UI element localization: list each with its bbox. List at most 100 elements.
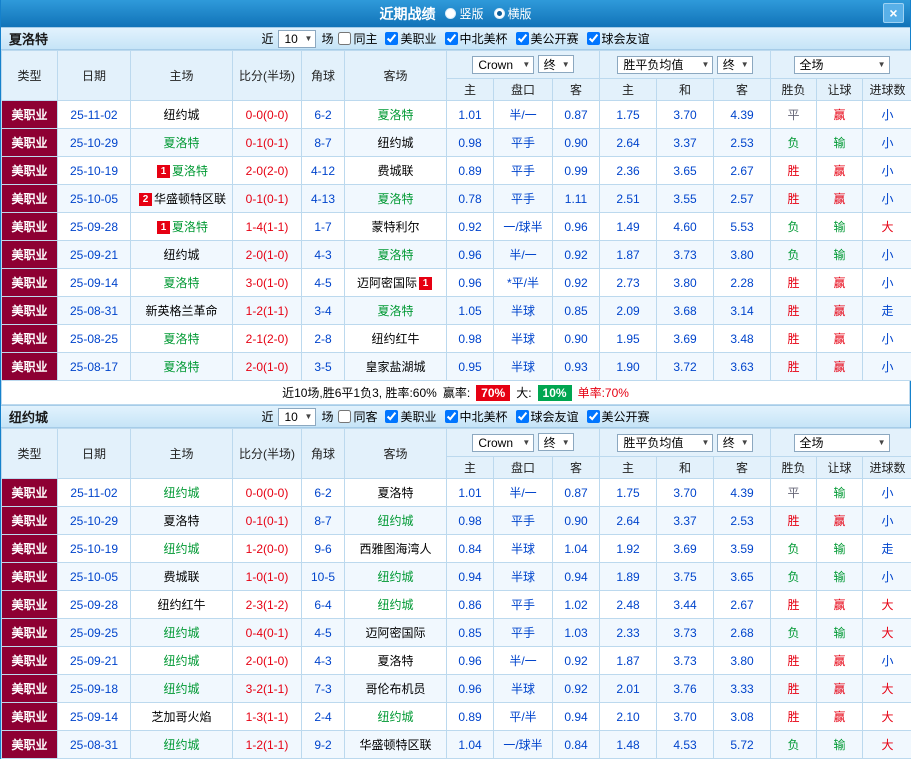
league-checkbox[interactable]: 同客 [338, 408, 377, 425]
away-team[interactable]: 夏洛特 [377, 108, 413, 122]
bookmaker-select[interactable]: Crown ▼ [472, 56, 534, 74]
home-team[interactable]: 纽约城 [163, 738, 199, 752]
checkbox-input[interactable] [516, 410, 529, 423]
handicap-home-odds: 1.05 [447, 297, 494, 325]
result-handicap: 赢 [817, 703, 863, 731]
corner-count: 4-13 [302, 185, 345, 213]
home-team[interactable]: 新英格兰革命 [145, 304, 217, 318]
league-checkbox[interactable]: 美职业 [385, 408, 436, 425]
away-team[interactable]: 纽约城 [377, 598, 413, 612]
away-team[interactable]: 西雅图海湾人 [359, 542, 431, 556]
checkbox-input[interactable] [385, 410, 398, 423]
home-team[interactable]: 夏洛特 [163, 136, 199, 150]
away-team[interactable]: 夏洛特 [377, 486, 413, 500]
europe-win-odds: 2.36 [600, 157, 657, 185]
scope-select[interactable]: 全场 ▼ [794, 434, 890, 452]
home-team[interactable]: 夏洛特 [163, 360, 199, 374]
layout-radio-horizontal[interactable]: 横版 [494, 5, 532, 22]
home-team[interactable]: 夏洛特 [163, 276, 199, 290]
away-team[interactable]: 夏洛特 [377, 192, 413, 206]
away-team[interactable]: 华盛顿特区联 [359, 738, 431, 752]
near-count-select[interactable]: 10 ▼ [278, 30, 316, 48]
checkbox-input[interactable] [516, 32, 529, 45]
checkbox-input[interactable] [385, 32, 398, 45]
home-team[interactable]: 纽约城 [163, 108, 199, 122]
europe-time-select[interactable]: 终 ▼ [717, 56, 753, 74]
match-row: 美职业 25-10-05 费城联 1-0(1-0) 10-5 纽约城 0.94 … [2, 563, 911, 591]
checkbox-input[interactable] [445, 32, 458, 45]
away-team[interactable]: 夏洛特 [377, 248, 413, 262]
home-team[interactable]: 费城联 [163, 570, 199, 584]
result-wdl: 负 [771, 535, 817, 563]
away-team[interactable]: 纽约城 [377, 136, 413, 150]
home-team[interactable]: 纽约城 [163, 542, 199, 556]
checkbox-input[interactable] [338, 32, 351, 45]
layout-radio-vertical[interactable]: 竖版 [445, 5, 483, 22]
handicap-time-select[interactable]: 终 ▼ [538, 433, 574, 451]
away-team[interactable]: 纽约红牛 [371, 332, 419, 346]
home-team[interactable]: 纽约红牛 [157, 598, 205, 612]
handicap-home-odds: 1.01 [447, 479, 494, 507]
col-home: 主场 [131, 429, 233, 479]
league-checkbox[interactable]: 球会友谊 [516, 408, 579, 425]
away-team[interactable]: 纽约城 [377, 514, 413, 528]
home-team[interactable]: 夏洛特 [172, 220, 208, 234]
radio-icon[interactable] [494, 8, 505, 19]
away-team[interactable]: 哥伦布机员 [365, 682, 425, 696]
home-team[interactable]: 夏洛特 [163, 514, 199, 528]
league-checkbox[interactable]: 中北美杯 [445, 408, 508, 425]
away-team[interactable]: 夏洛特 [377, 654, 413, 668]
league-checkbox[interactable]: 中北美杯 [445, 30, 508, 47]
checkbox-input[interactable] [587, 32, 600, 45]
league-checkbox[interactable]: 美职业 [385, 30, 436, 47]
home-team[interactable]: 华盛顿特区联 [154, 192, 226, 206]
bookmaker-select[interactable]: Crown ▼ [472, 434, 534, 452]
away-team[interactable]: 迈阿密国际 [365, 626, 425, 640]
away-team[interactable]: 迈阿密国际 [357, 276, 417, 290]
table-body: 美职业 25-11-02 纽约城 0-0(0-0) 6-2 夏洛特 1.01 半… [2, 101, 911, 381]
europe-odds-select[interactable]: 胜平负均值 ▼ [617, 434, 713, 452]
handicap-away-odds: 0.92 [553, 675, 600, 703]
result-handicap: 赢 [817, 269, 863, 297]
result-goals: 大 [863, 619, 911, 647]
checkbox-input[interactable] [445, 410, 458, 423]
col-date: 日期 [58, 51, 131, 101]
home-team[interactable]: 夏洛特 [163, 332, 199, 346]
away-team[interactable]: 皇家盐湖城 [365, 360, 425, 374]
league-checkbox[interactable]: 美公开赛 [587, 408, 650, 425]
home-team[interactable]: 纽约城 [163, 248, 199, 262]
europe-odds-select[interactable]: 胜平负均值 ▼ [617, 56, 713, 74]
away-team[interactable]: 纽约城 [377, 570, 413, 584]
col-europe-group: 胜平负均值 ▼ 终 ▼ [600, 51, 771, 79]
score: 2-0(1-0) [233, 241, 302, 269]
checkbox-label: 同主 [353, 30, 377, 47]
home-team[interactable]: 纽约城 [163, 682, 199, 696]
checkbox-label: 球会友谊 [602, 30, 650, 47]
match-row: 美职业 25-09-28 1夏洛特 1-4(1-1) 1-7 蒙特利尔 0.92… [2, 213, 911, 241]
home-team[interactable]: 纽约城 [163, 626, 199, 640]
checkbox-input[interactable] [587, 410, 600, 423]
checkbox-input[interactable] [338, 410, 351, 423]
away-team[interactable]: 费城联 [377, 164, 413, 178]
league-checkbox[interactable]: 美公开赛 [516, 30, 579, 47]
match-row: 美职业 25-08-17 夏洛特 2-0(1-0) 3-5 皇家盐湖城 0.95… [2, 353, 911, 381]
home-team[interactable]: 纽约城 [163, 486, 199, 500]
match-date: 25-09-18 [58, 675, 131, 703]
close-icon[interactable]: × [883, 3, 904, 23]
result-goals: 大 [863, 703, 911, 731]
europe-lose-odds: 2.53 [714, 507, 771, 535]
radio-icon[interactable] [445, 8, 456, 19]
away-team[interactable]: 夏洛特 [377, 304, 413, 318]
home-team[interactable]: 夏洛特 [172, 164, 208, 178]
away-team[interactable]: 蒙特利尔 [371, 220, 419, 234]
away-team[interactable]: 纽约城 [377, 710, 413, 724]
home-team[interactable]: 芝加哥火焰 [151, 710, 211, 724]
scope-select[interactable]: 全场 ▼ [794, 56, 890, 74]
handicap-time-select[interactable]: 终 ▼ [538, 55, 574, 73]
europe-time-select[interactable]: 终 ▼ [717, 434, 753, 452]
league-checkbox[interactable]: 球会友谊 [587, 30, 650, 47]
home-team-cell: 1夏洛特 [131, 157, 233, 185]
near-count-select[interactable]: 10 ▼ [278, 408, 316, 426]
home-team[interactable]: 纽约城 [163, 654, 199, 668]
league-checkbox[interactable]: 同主 [338, 30, 377, 47]
